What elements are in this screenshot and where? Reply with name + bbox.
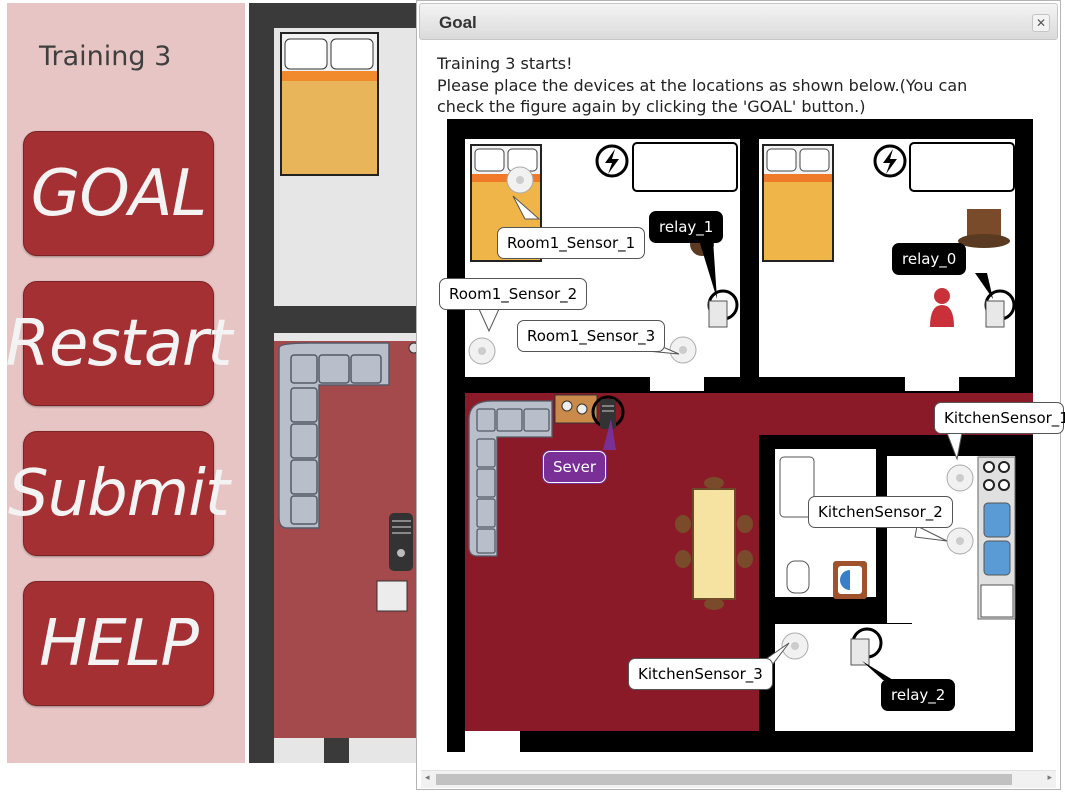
label-room1-sensor-2: Room1_Sensor_2 (439, 278, 588, 310)
scrollbar-thumb[interactable] (436, 774, 1012, 785)
bed-icon (280, 32, 379, 176)
goal-button[interactable]: GOAL (23, 131, 214, 256)
server-icon (389, 513, 413, 571)
horizontal-scrollbar[interactable]: ◂ ▸ (421, 770, 1056, 788)
goal-dialog: Goal ✕ Training 3 starts! Please place t… (416, 0, 1065, 790)
sidebar: Training 3 GOAL Restart Submit HELP (6, 3, 245, 763)
training-title: Training 3 (39, 41, 172, 72)
scroll-right-arrow-icon[interactable]: ▸ (1047, 773, 1052, 783)
label-kitchen-sensor-1: KitchenSensor_1 (934, 402, 1065, 434)
label-room1-sensor-1: Room1_Sensor_1 (497, 227, 646, 259)
label-relay-1: relay_1 (649, 211, 724, 243)
submit-button[interactable]: Submit (8, 431, 230, 556)
restart-button[interactable]: Restart (6, 281, 232, 406)
label-kitchen-sensor-2: KitchenSensor_2 (808, 496, 953, 528)
label-relay-2: relay_2 (881, 679, 956, 711)
help-button[interactable]: HELP (23, 581, 214, 706)
label-relay-0: relay_0 (892, 243, 967, 275)
background-floor-plan (249, 3, 419, 763)
scroll-left-arrow-icon[interactable]: ◂ (425, 773, 430, 783)
label-room1-sensor-3: Room1_Sensor_3 (517, 320, 666, 352)
label-server: Sever (543, 451, 607, 483)
label-kitchen-sensor-3: KitchenSensor_3 (628, 658, 773, 690)
